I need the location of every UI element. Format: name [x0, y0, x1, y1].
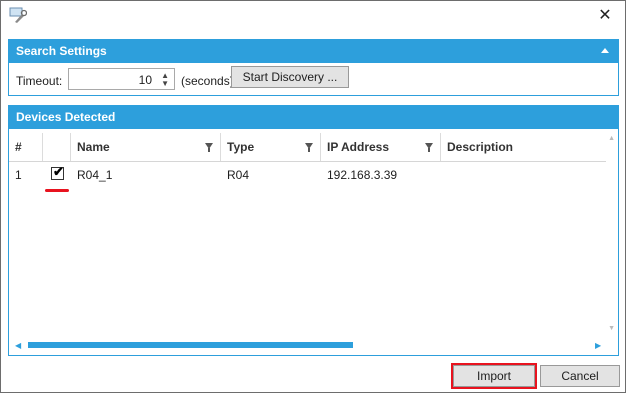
spin-down-icon[interactable]: ▼	[161, 80, 169, 88]
horizontal-scrollbar[interactable]: ◀ ▶	[9, 339, 618, 351]
scrollbar-thumb[interactable]	[28, 342, 353, 348]
column-header-type[interactable]: Type	[221, 133, 321, 161]
filter-stem	[308, 148, 310, 152]
checkmark-icon: ✔	[53, 164, 64, 179]
scroll-left-icon[interactable]: ◀	[15, 341, 21, 350]
grid-header: # Name Type IP Address Description	[9, 133, 606, 162]
column-header-type-label: Type	[227, 140, 255, 154]
start-discovery-button[interactable]: Start Discovery ...	[231, 66, 349, 88]
collapse-icon[interactable]	[601, 48, 609, 53]
timeout-label: Timeout:	[16, 74, 63, 88]
devices-grid: # Name Type IP Address Description 1 ✔ R…	[9, 129, 618, 355]
title-bar: ✕	[1, 1, 625, 31]
search-settings-panel: Search Settings Timeout: 10 ▲ ▼ (seconds…	[8, 39, 619, 96]
filter-stem	[428, 148, 430, 152]
column-header-ip[interactable]: IP Address	[321, 133, 441, 161]
timeout-stepper[interactable]: 10 ▲ ▼	[68, 68, 175, 90]
device-type: R04	[227, 168, 250, 182]
devices-detected-header: Devices Detected	[9, 106, 618, 129]
device-search-dialog: ✕ Search Settings Timeout: 10 ▲ ▼ (secon…	[0, 0, 626, 393]
devices-detected-title: Devices Detected	[16, 110, 116, 124]
column-header-description[interactable]: Description	[441, 133, 606, 161]
device-select-checkbox[interactable]: ✔	[51, 164, 64, 180]
cancel-button[interactable]: Cancel	[540, 365, 620, 387]
column-header-name[interactable]: Name	[71, 133, 221, 161]
highlight-underline	[45, 189, 69, 192]
column-header-check[interactable]	[43, 133, 71, 161]
timeout-value[interactable]: 10	[139, 73, 152, 87]
wrench-icon	[9, 7, 27, 23]
column-header-ip-label: IP Address	[327, 140, 390, 154]
column-header-name-label: Name	[77, 140, 110, 154]
column-header-index[interactable]: #	[9, 133, 43, 161]
row-index: 1	[15, 168, 22, 182]
seconds-label: (seconds)	[181, 74, 234, 88]
scroll-up-icon[interactable]: ▲	[608, 135, 615, 142]
device-ip: 192.168.3.39	[327, 168, 398, 182]
table-row[interactable]: 1 ✔ R04_1 R04 192.168.3.39	[9, 163, 606, 192]
scroll-right-icon[interactable]: ▶	[595, 341, 601, 350]
search-settings-title: Search Settings	[16, 44, 107, 58]
filter-stem	[208, 148, 210, 152]
scroll-down-icon[interactable]: ▼	[608, 325, 615, 332]
device-name: R04_1	[77, 168, 113, 182]
close-button[interactable]: ✕	[596, 7, 614, 25]
import-button[interactable]: Import	[453, 365, 535, 387]
search-settings-body: Timeout: 10 ▲ ▼ (seconds) Start Discover…	[9, 63, 618, 95]
devices-detected-panel: Devices Detected # Name Type IP Address	[8, 105, 619, 356]
search-settings-header[interactable]: Search Settings	[9, 40, 618, 63]
